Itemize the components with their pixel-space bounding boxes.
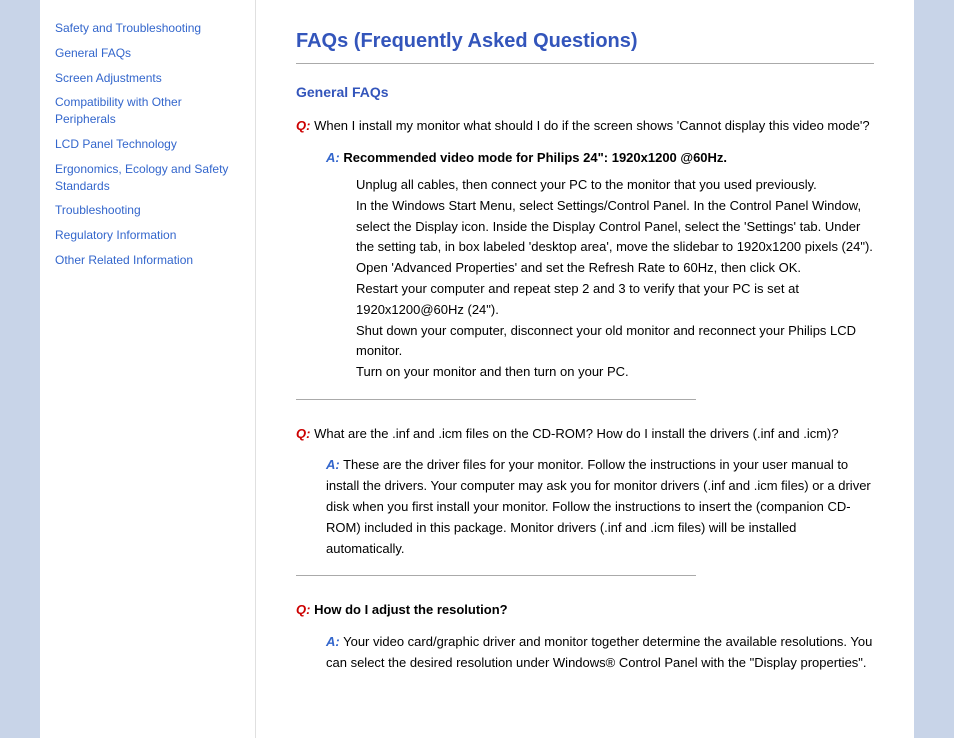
q2-question: What are the .inf and .icm files on the … (310, 426, 838, 441)
q1-question: When I install my monitor what should I … (310, 118, 869, 133)
section-heading: General FAQs (296, 84, 874, 100)
q2-label: Q: (296, 426, 310, 441)
q1-divider (296, 399, 696, 400)
q3-label: Q: (296, 602, 310, 617)
a2-label: A: (326, 457, 340, 472)
answer-1-main: A: Recommended video mode for Philips 24… (326, 148, 874, 168)
sidebar-item-compatibility[interactable]: Compatibility with Other Peripherals (55, 94, 240, 128)
a1-main-text: Recommended video mode for Philips 24": … (340, 150, 727, 165)
question-block-3: Q: How do I adjust the resolution? A: Yo… (296, 600, 874, 673)
question-2-text: Q: What are the .inf and .icm files on t… (296, 424, 874, 444)
sidebar-item-general-faqs[interactable]: General FAQs (55, 45, 240, 62)
a3-text: Your video card/graphic driver and monit… (326, 634, 872, 670)
sidebar-item-safety[interactable]: Safety and Troubleshooting (55, 20, 240, 37)
sidebar-item-lcd-panel[interactable]: LCD Panel Technology (55, 136, 240, 153)
a1-label: A: (326, 150, 340, 165)
answer-block-1: A: Recommended video mode for Philips 24… (326, 148, 874, 383)
a2-text: These are the driver files for your moni… (326, 457, 871, 555)
question-1-text: Q: When I install my monitor what should… (296, 116, 874, 136)
q2-divider (296, 575, 696, 576)
question-3-text: Q: How do I adjust the resolution? (296, 600, 874, 620)
left-bar (0, 0, 40, 738)
question-block-1: Q: When I install my monitor what should… (296, 116, 874, 400)
answer-block-3: A: Your video card/graphic driver and mo… (326, 632, 874, 674)
sidebar-item-regulatory[interactable]: Regulatory Information (55, 227, 240, 244)
question-block-2: Q: What are the .inf and .icm files on t… (296, 424, 874, 576)
page-title: FAQs (Frequently Asked Questions) (296, 30, 874, 53)
main-content: FAQs (Frequently Asked Questions) Genera… (255, 0, 914, 738)
right-bar (914, 0, 954, 738)
sidebar-item-ergonomics[interactable]: Ergonomics, Ecology and Safety Standards (55, 161, 240, 195)
q3-question: How do I adjust the resolution? (310, 602, 507, 617)
q1-label: Q: (296, 118, 310, 133)
answer-1-detail: Unplug all cables, then connect your PC … (356, 175, 874, 383)
sidebar-item-other-related[interactable]: Other Related Information (55, 252, 240, 269)
sidebar-item-screen-adjustments[interactable]: Screen Adjustments (55, 70, 240, 87)
sidebar: Safety and Troubleshooting General FAQs … (40, 0, 255, 738)
answer-2-text: A: These are the driver files for your m… (326, 455, 874, 559)
answer-block-2: A: These are the driver files for your m… (326, 455, 874, 559)
sidebar-item-troubleshooting[interactable]: Troubleshooting (55, 202, 240, 219)
title-divider (296, 63, 874, 64)
answer-3-text: A: Your video card/graphic driver and mo… (326, 632, 874, 674)
a3-label: A: (326, 634, 340, 649)
